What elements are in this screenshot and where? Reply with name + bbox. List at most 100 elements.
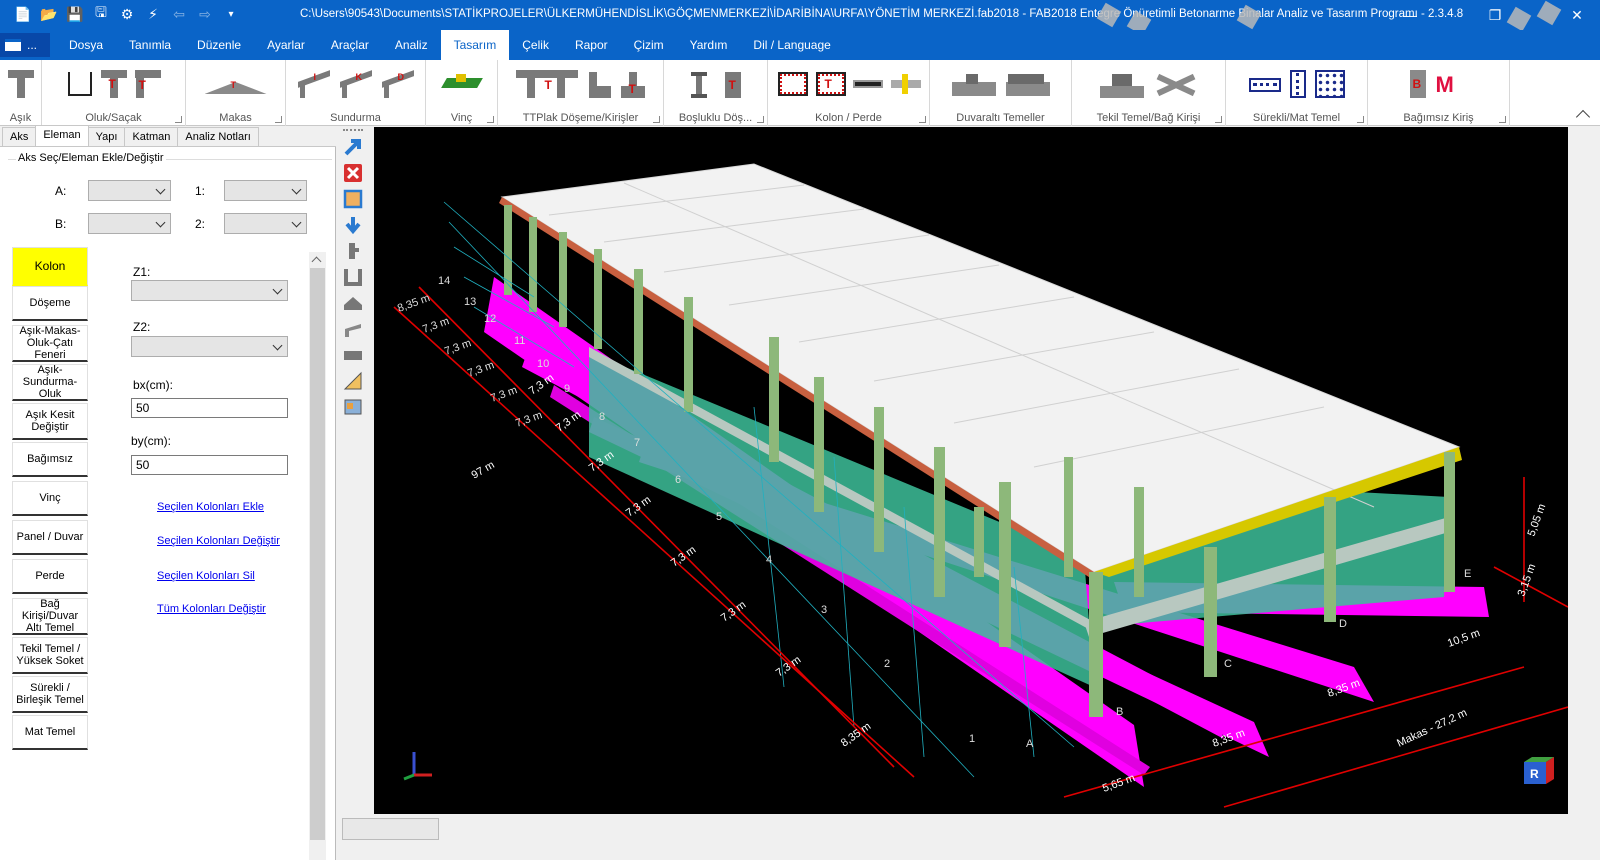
wall-yellow-icon[interactable] xyxy=(890,68,922,100)
axis-b-select[interactable] xyxy=(88,213,171,234)
menu-item-dosya[interactable]: Dosya xyxy=(56,30,116,60)
element-button-4[interactable]: Aşık Kesit Değiştir xyxy=(12,403,88,440)
group-launcher-icon[interactable] xyxy=(275,116,282,123)
3d-viewport[interactable]: 8,35 m 7,3 m 7,3 m 7,3 m 7,3 m 7,3 m 7,3 m 7,3 … xyxy=(374,127,1568,814)
properties-icon[interactable] xyxy=(343,397,363,417)
app-menu-button[interactable]: ... xyxy=(0,33,50,57)
select-window-icon[interactable] xyxy=(343,189,363,209)
measure-ruler-icon[interactable] xyxy=(343,371,363,391)
menu-item-rapor[interactable]: Rapor xyxy=(562,30,621,60)
beam-element-icon[interactable] xyxy=(343,345,363,365)
wall-icon[interactable] xyxy=(852,68,884,100)
scrollbar-thumb[interactable] xyxy=(310,268,325,840)
building-3d-model[interactable]: 8,35 m7,3 m7,3 m7,3 m7,3 m7,3 m7,3 m7,3 … xyxy=(374,127,1568,814)
menu-item-çelik[interactable]: Çelik xyxy=(509,30,562,60)
element-button-1[interactable]: Döşeme xyxy=(12,286,88,321)
element-button-9[interactable]: Bağ Kirişi/Duvar Altı Temel xyxy=(12,598,88,635)
menu-item-araçlar[interactable]: Araçlar xyxy=(318,30,382,60)
close-button[interactable]: ✕ xyxy=(1562,4,1592,26)
element-button-2[interactable]: Aşık-Makas-Oluk-Çatı Feneri xyxy=(12,325,88,362)
axis-1-select[interactable] xyxy=(224,180,307,201)
element-button-5[interactable]: Bağımsız xyxy=(12,442,88,477)
settings-gear-icon[interactable]: ⚙ xyxy=(118,5,136,23)
independent-beam-m-icon[interactable]: M xyxy=(1434,68,1470,100)
hollow-slab-t-icon[interactable]: T xyxy=(719,68,747,100)
element-button-11[interactable]: Sürekli / Birleşik Temel xyxy=(12,676,88,713)
element-button-12[interactable]: Mat Temel xyxy=(12,715,88,750)
lightning-icon[interactable]: ⚡ xyxy=(144,5,162,23)
gutter-u-icon[interactable] xyxy=(66,68,94,100)
undo-icon[interactable]: ⇦ xyxy=(170,5,188,23)
canopy-element-icon[interactable] xyxy=(343,319,363,339)
crane-icon[interactable] xyxy=(440,68,483,100)
group-launcher-icon[interactable] xyxy=(487,116,494,123)
menu-item-çizim[interactable]: Çizim xyxy=(621,30,677,60)
tt-slab-icon[interactable]: T xyxy=(515,68,579,100)
tab-eleman[interactable]: Eleman xyxy=(35,125,89,146)
tab-analiz-notları[interactable]: Analiz Notları xyxy=(177,127,259,146)
save-as-icon[interactable]: 🖫 xyxy=(92,4,110,23)
l-beam-icon[interactable] xyxy=(585,68,613,100)
axis-a-select[interactable] xyxy=(88,180,171,201)
save-icon[interactable]: 💾 xyxy=(66,5,84,23)
element-button-8[interactable]: Perde xyxy=(12,559,88,594)
canopy-3-icon[interactable]: D xyxy=(380,68,416,100)
z2-select[interactable] xyxy=(131,336,288,357)
group-launcher-icon[interactable] xyxy=(653,116,660,123)
tie-beam-icon[interactable] xyxy=(1152,68,1200,100)
tab-aks[interactable]: Aks xyxy=(2,127,37,146)
group-launcher-icon[interactable] xyxy=(175,116,182,123)
panel-scrollbar[interactable] xyxy=(309,252,326,860)
tab-katman[interactable]: Katman xyxy=(124,127,179,146)
menu-item-dil-language[interactable]: Dil / Language xyxy=(740,30,843,60)
element-button-10[interactable]: Tekil Temel / Yüksek Soket xyxy=(12,637,88,674)
u-channel-icon[interactable] xyxy=(343,267,363,287)
strip-vertical-icon[interactable] xyxy=(1288,68,1308,100)
axis-2-select[interactable] xyxy=(224,213,307,234)
independent-beam-b-icon[interactable]: B xyxy=(1408,68,1428,100)
move-down-icon[interactable] xyxy=(343,215,363,235)
menu-item-ayarlar[interactable]: Ayarlar xyxy=(254,30,318,60)
mat-footing-icon[interactable] xyxy=(1314,68,1346,100)
delete-icon[interactable] xyxy=(343,163,363,183)
by-input[interactable]: 50 xyxy=(131,455,288,475)
add-selected-columns-link[interactable]: Seçilen Kolonları Ekle xyxy=(157,501,264,513)
wall-footing-1-icon[interactable] xyxy=(950,68,998,100)
purlin-t-icon[interactable] xyxy=(7,68,35,100)
element-button-6[interactable]: Vinç xyxy=(12,481,88,516)
minimize-button[interactable]: — xyxy=(1395,4,1425,26)
select-arrow-icon[interactable] xyxy=(343,137,363,157)
tab-yapı[interactable]: Yapı xyxy=(87,127,126,146)
single-footing-icon[interactable] xyxy=(1098,68,1146,100)
change-all-columns-link[interactable]: Tüm Kolonları Değiştir xyxy=(157,603,266,615)
roof-gable-icon[interactable] xyxy=(343,293,363,313)
inverted-t-beam-icon[interactable]: T xyxy=(619,68,647,100)
group-launcher-icon[interactable] xyxy=(1215,116,1222,123)
column-rebar-icon[interactable] xyxy=(776,68,808,100)
hollow-slab-i-icon[interactable] xyxy=(685,68,713,100)
redo-icon[interactable]: ⇨ xyxy=(196,5,214,23)
canopy-1-icon[interactable]: I xyxy=(296,68,332,100)
menu-item-düzenle[interactable]: Düzenle xyxy=(184,30,254,60)
group-launcher-icon[interactable] xyxy=(1357,116,1364,123)
scroll-up-icon[interactable] xyxy=(311,256,322,267)
element-button-0[interactable]: Kolon xyxy=(12,247,88,286)
menu-item-analiz[interactable]: Analiz xyxy=(382,30,441,60)
canopy-2-icon[interactable]: K xyxy=(338,68,374,100)
menu-item-tasarım[interactable]: Tasarım xyxy=(440,30,510,60)
delete-selected-columns-link[interactable]: Seçilen Kolonları Sil xyxy=(157,570,255,582)
collapse-ribbon-icon[interactable] xyxy=(1575,109,1591,125)
truss-icon[interactable]: T xyxy=(201,68,271,100)
customize-dropdown-icon[interactable]: ▾ xyxy=(222,5,240,23)
bx-input[interactable]: 50 xyxy=(131,398,288,418)
group-launcher-icon[interactable] xyxy=(757,116,764,123)
gutter-t-icon[interactable]: T xyxy=(100,68,128,100)
menu-item-yardım[interactable]: Yardım xyxy=(677,30,741,60)
element-button-7[interactable]: Panel / Duvar xyxy=(12,520,88,555)
eave-t-icon[interactable]: T xyxy=(134,68,162,100)
wall-footing-2-icon[interactable] xyxy=(1004,68,1052,100)
menu-item-tanımla[interactable]: Tanımla xyxy=(116,30,184,60)
change-selected-columns-link[interactable]: Seçilen Kolonları Değiştir xyxy=(157,535,280,547)
group-launcher-icon[interactable] xyxy=(1499,116,1506,123)
group-launcher-icon[interactable] xyxy=(919,116,926,123)
